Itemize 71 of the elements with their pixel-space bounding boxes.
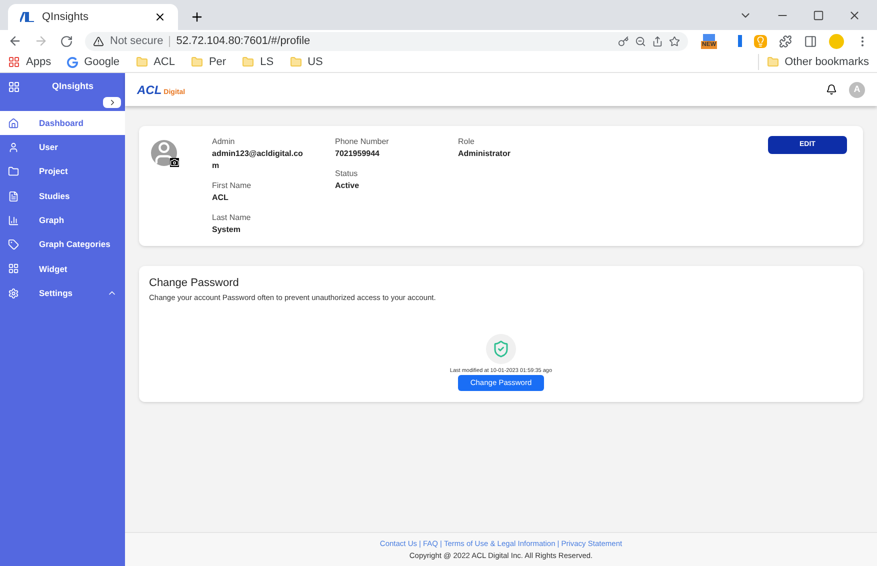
- field-value: ACL: [212, 192, 230, 204]
- widget-icon: [8, 263, 19, 274]
- grid-icon[interactable]: [8, 81, 20, 93]
- reload-icon[interactable]: [60, 34, 73, 48]
- bookmark[interactable]: LS: [260, 54, 274, 70]
- folder-icon: [8, 166, 19, 178]
- folder-icon: [766, 56, 779, 68]
- field-label: First Name: [212, 180, 252, 192]
- field-label: Status: [335, 168, 359, 180]
- field-value: admin123@acldigital.com: [212, 148, 304, 172]
- expand-button[interactable]: [103, 97, 121, 108]
- bookmark[interactable]: Apps: [26, 54, 52, 70]
- section-title: Change Password: [149, 276, 240, 291]
- sidebar-item[interactable]: Dashboard: [0, 111, 125, 136]
- address-bar[interactable]: Not secure 52.72.104.80:7601/#/profile: [85, 32, 688, 50]
- bookmark[interactable]: Per: [208, 54, 226, 70]
- user-icon: [8, 142, 19, 153]
- field-value: Active: [335, 180, 360, 192]
- sidebar-item[interactable]: Widget: [0, 256, 125, 282]
- shield-check-icon: [486, 334, 516, 364]
- folder-icon: [290, 56, 302, 68]
- warning-icon: [93, 36, 104, 46]
- folder-icon: [190, 56, 203, 68]
- puzzle-icon[interactable]: [779, 34, 792, 48]
- tab-favicon-icon: [20, 12, 34, 22]
- sidebar-item[interactable]: User: [0, 135, 125, 160]
- bookmark[interactable]: ACL: [154, 54, 175, 70]
- file-icon: [8, 190, 19, 202]
- sidebar-item[interactable]: Studies: [0, 184, 125, 208]
- field-value: System: [212, 224, 242, 236]
- folder-icon: [242, 56, 254, 68]
- tag-icon: [8, 239, 19, 250]
- field-value: Administrator: [458, 148, 512, 160]
- field-label: Phone Number: [335, 136, 390, 148]
- sidebar-item[interactable]: Project: [0, 160, 125, 184]
- google-icon: [67, 56, 78, 68]
- field-value: 7021959944: [335, 148, 380, 160]
- new-tab-icon[interactable]: [190, 10, 204, 24]
- bookmark[interactable]: Google: [84, 54, 120, 70]
- chart-icon: [8, 214, 19, 226]
- tab-title: QInsights: [42, 10, 90, 25]
- close-icon[interactable]: [848, 8, 861, 22]
- bookmark[interactable]: US: [308, 54, 323, 70]
- star-icon[interactable]: [669, 36, 680, 46]
- field-label: Role: [458, 136, 476, 148]
- url-text: 52.72.104.80:7601/#/profile: [176, 34, 312, 49]
- logo-text: ACL: [137, 82, 162, 98]
- share-icon[interactable]: [652, 36, 663, 46]
- apps-icon: [8, 56, 20, 68]
- camera-icon[interactable]: [170, 158, 179, 167]
- bookmark[interactable]: Other bookmarks: [784, 54, 869, 70]
- notification-icon[interactable]: [826, 84, 837, 95]
- maximize-icon[interactable]: [813, 10, 824, 20]
- sidebar-item[interactable]: Settings: [0, 281, 125, 306]
- field-label: Admin: [212, 136, 236, 148]
- security-label: Not secure: [110, 34, 164, 49]
- sidebar-item[interactable]: Graph Categories: [0, 232, 125, 257]
- zoom-icon[interactable]: [635, 36, 646, 46]
- home-icon: [8, 118, 19, 129]
- extension-icon[interactable]: [703, 34, 715, 40]
- key-icon[interactable]: [618, 36, 629, 46]
- avatar-icon[interactable]: [151, 140, 177, 166]
- browser-tab[interactable]: QInsights: [8, 4, 178, 30]
- close-icon[interactable]: [154, 11, 166, 23]
- sidebar-title: QInsights: [52, 80, 94, 94]
- settings-icon: [8, 288, 19, 299]
- folder-icon: [136, 56, 148, 68]
- sidebar-item[interactable]: Graph: [0, 208, 125, 232]
- back-icon[interactable]: [8, 34, 22, 48]
- side-panel-icon[interactable]: [804, 34, 817, 48]
- field-label: Last Name: [212, 212, 252, 224]
